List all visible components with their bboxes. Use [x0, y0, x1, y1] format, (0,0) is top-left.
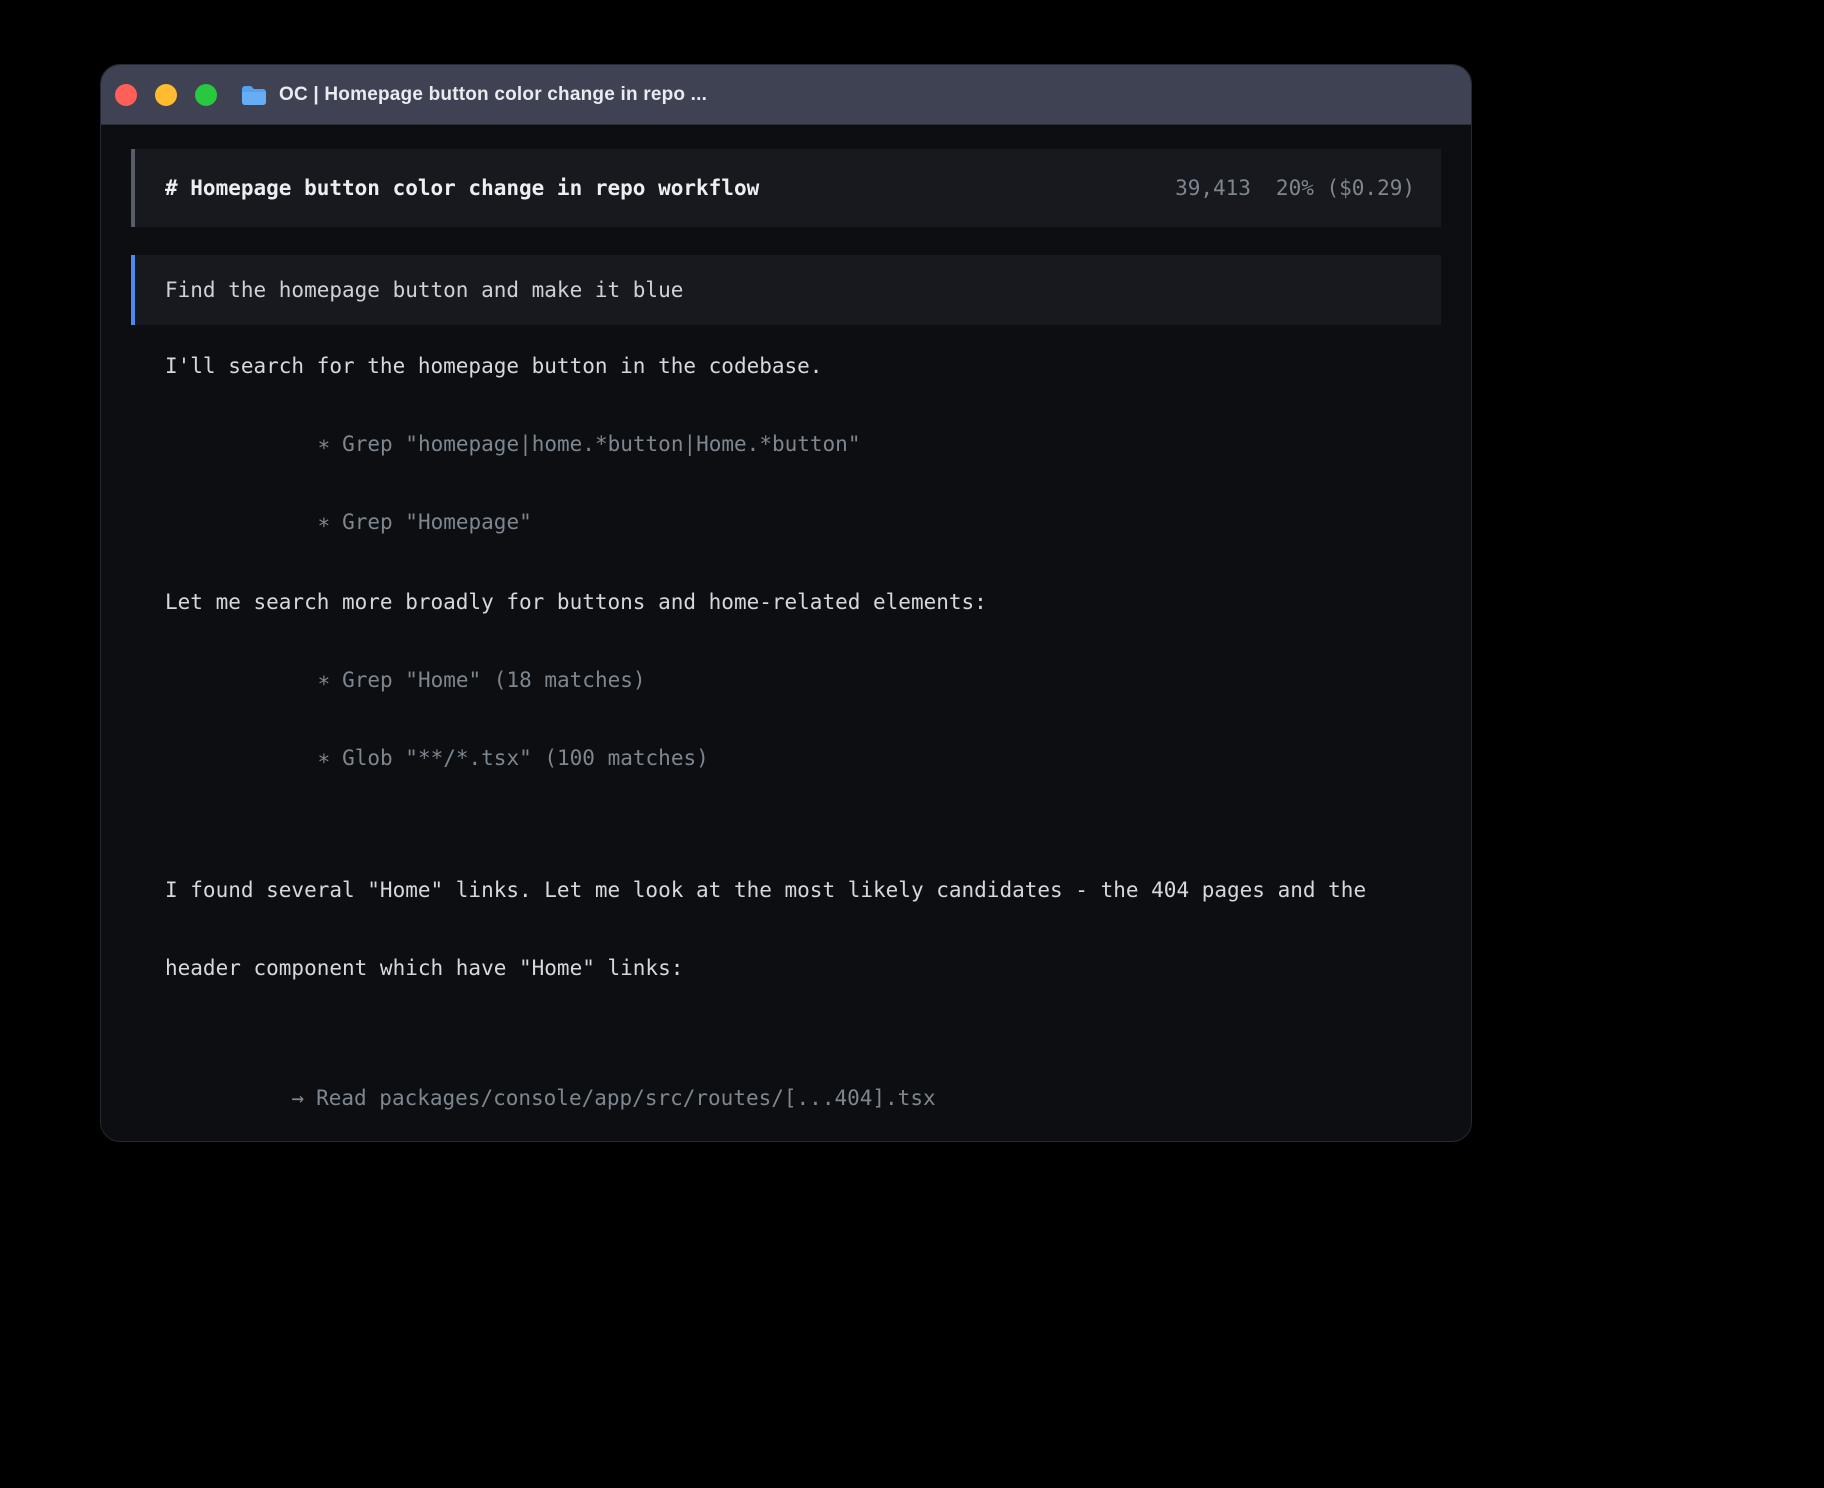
- tool-call-group: ∗ Grep "homepage|home.*button|Home.*butto…: [165, 405, 1437, 561]
- assistant-paragraph-line: header component which have "Home" links…: [165, 955, 1437, 981]
- assistant-paragraph: I found several "Home" links. Let me loo…: [165, 825, 1437, 1033]
- tool-call: ∗ Grep "Home" (18 matches): [191, 641, 1437, 719]
- tool-bullet-icon: ∗: [317, 432, 330, 456]
- tool-call-group: ∗ Grep "Home" (18 matches) ∗ Glob "**/*.ts…: [165, 641, 1437, 797]
- window-title: OC | Homepage button color change in rep…: [279, 84, 707, 106]
- folder-icon: [241, 84, 267, 106]
- session-stats: 39,413 20% ($0.29): [1175, 175, 1415, 201]
- assistant-paragraph-line: I found several "Home" links. Let me loo…: [165, 877, 1437, 903]
- tool-bullet-icon: ∗: [317, 510, 330, 534]
- tool-call: →Read packages/console/app/src/component…: [165, 1137, 1437, 1142]
- session-header: # Homepage button color change in repo w…: [131, 149, 1441, 227]
- tool-call-text: Glob "**/*.tsx" (100 matches): [342, 746, 709, 770]
- tool-bullet-icon: ∗: [317, 668, 330, 692]
- user-message-text: Find the homepage button and make it blu…: [165, 278, 683, 302]
- tool-arrow-icon: →: [291, 1086, 304, 1110]
- desktop: { "colors": { "accent-blue": "#4d8af0", …: [0, 0, 1824, 1488]
- minimize-button[interactable]: [155, 84, 177, 106]
- session-title: # Homepage button color change in repo w…: [165, 175, 759, 201]
- tool-call-text: Grep "homepage|home.*button|Home.*button…: [342, 432, 860, 456]
- conversation-flow: I'll search for the homepage button in t…: [131, 353, 1441, 1142]
- titlebar[interactable]: OC | Homepage button color change in rep…: [101, 65, 1471, 125]
- context-usage: 20% ($0.29): [1276, 175, 1415, 201]
- traffic-lights: [115, 84, 217, 106]
- user-message: Find the homepage button and make it blu…: [131, 255, 1441, 325]
- zoom-button[interactable]: [195, 84, 217, 106]
- tool-call-group: → Read packages/console/app/src/routes/[.…: [165, 1059, 1437, 1142]
- tool-call-text: Grep "Homepage": [342, 510, 532, 534]
- close-button[interactable]: [115, 84, 137, 106]
- terminal-window: OC | Homepage button color change in rep…: [100, 64, 1472, 1142]
- tool-call: ∗ Glob "**/*.tsx" (100 matches): [191, 719, 1437, 797]
- assistant-paragraph: I'll search for the homepage button in t…: [165, 353, 1437, 379]
- tool-call: ∗ Grep "homepage|home.*button|Home.*butto…: [191, 405, 1437, 483]
- tool-call-text: Read packages/console/app/src/routes/[..…: [316, 1086, 936, 1110]
- tool-call-text: Grep "Home" (18 matches): [342, 668, 645, 692]
- assistant-paragraph: Let me search more broadly for buttons a…: [165, 589, 1437, 615]
- tool-bullet-icon: ∗: [317, 746, 330, 770]
- tool-call: → Read packages/console/app/src/routes/[.…: [165, 1059, 1437, 1137]
- terminal-content: # Homepage button color change in repo w…: [101, 125, 1471, 1142]
- tool-call: ∗ Grep "Homepage": [191, 483, 1437, 561]
- token-count: 39,413: [1175, 175, 1251, 201]
